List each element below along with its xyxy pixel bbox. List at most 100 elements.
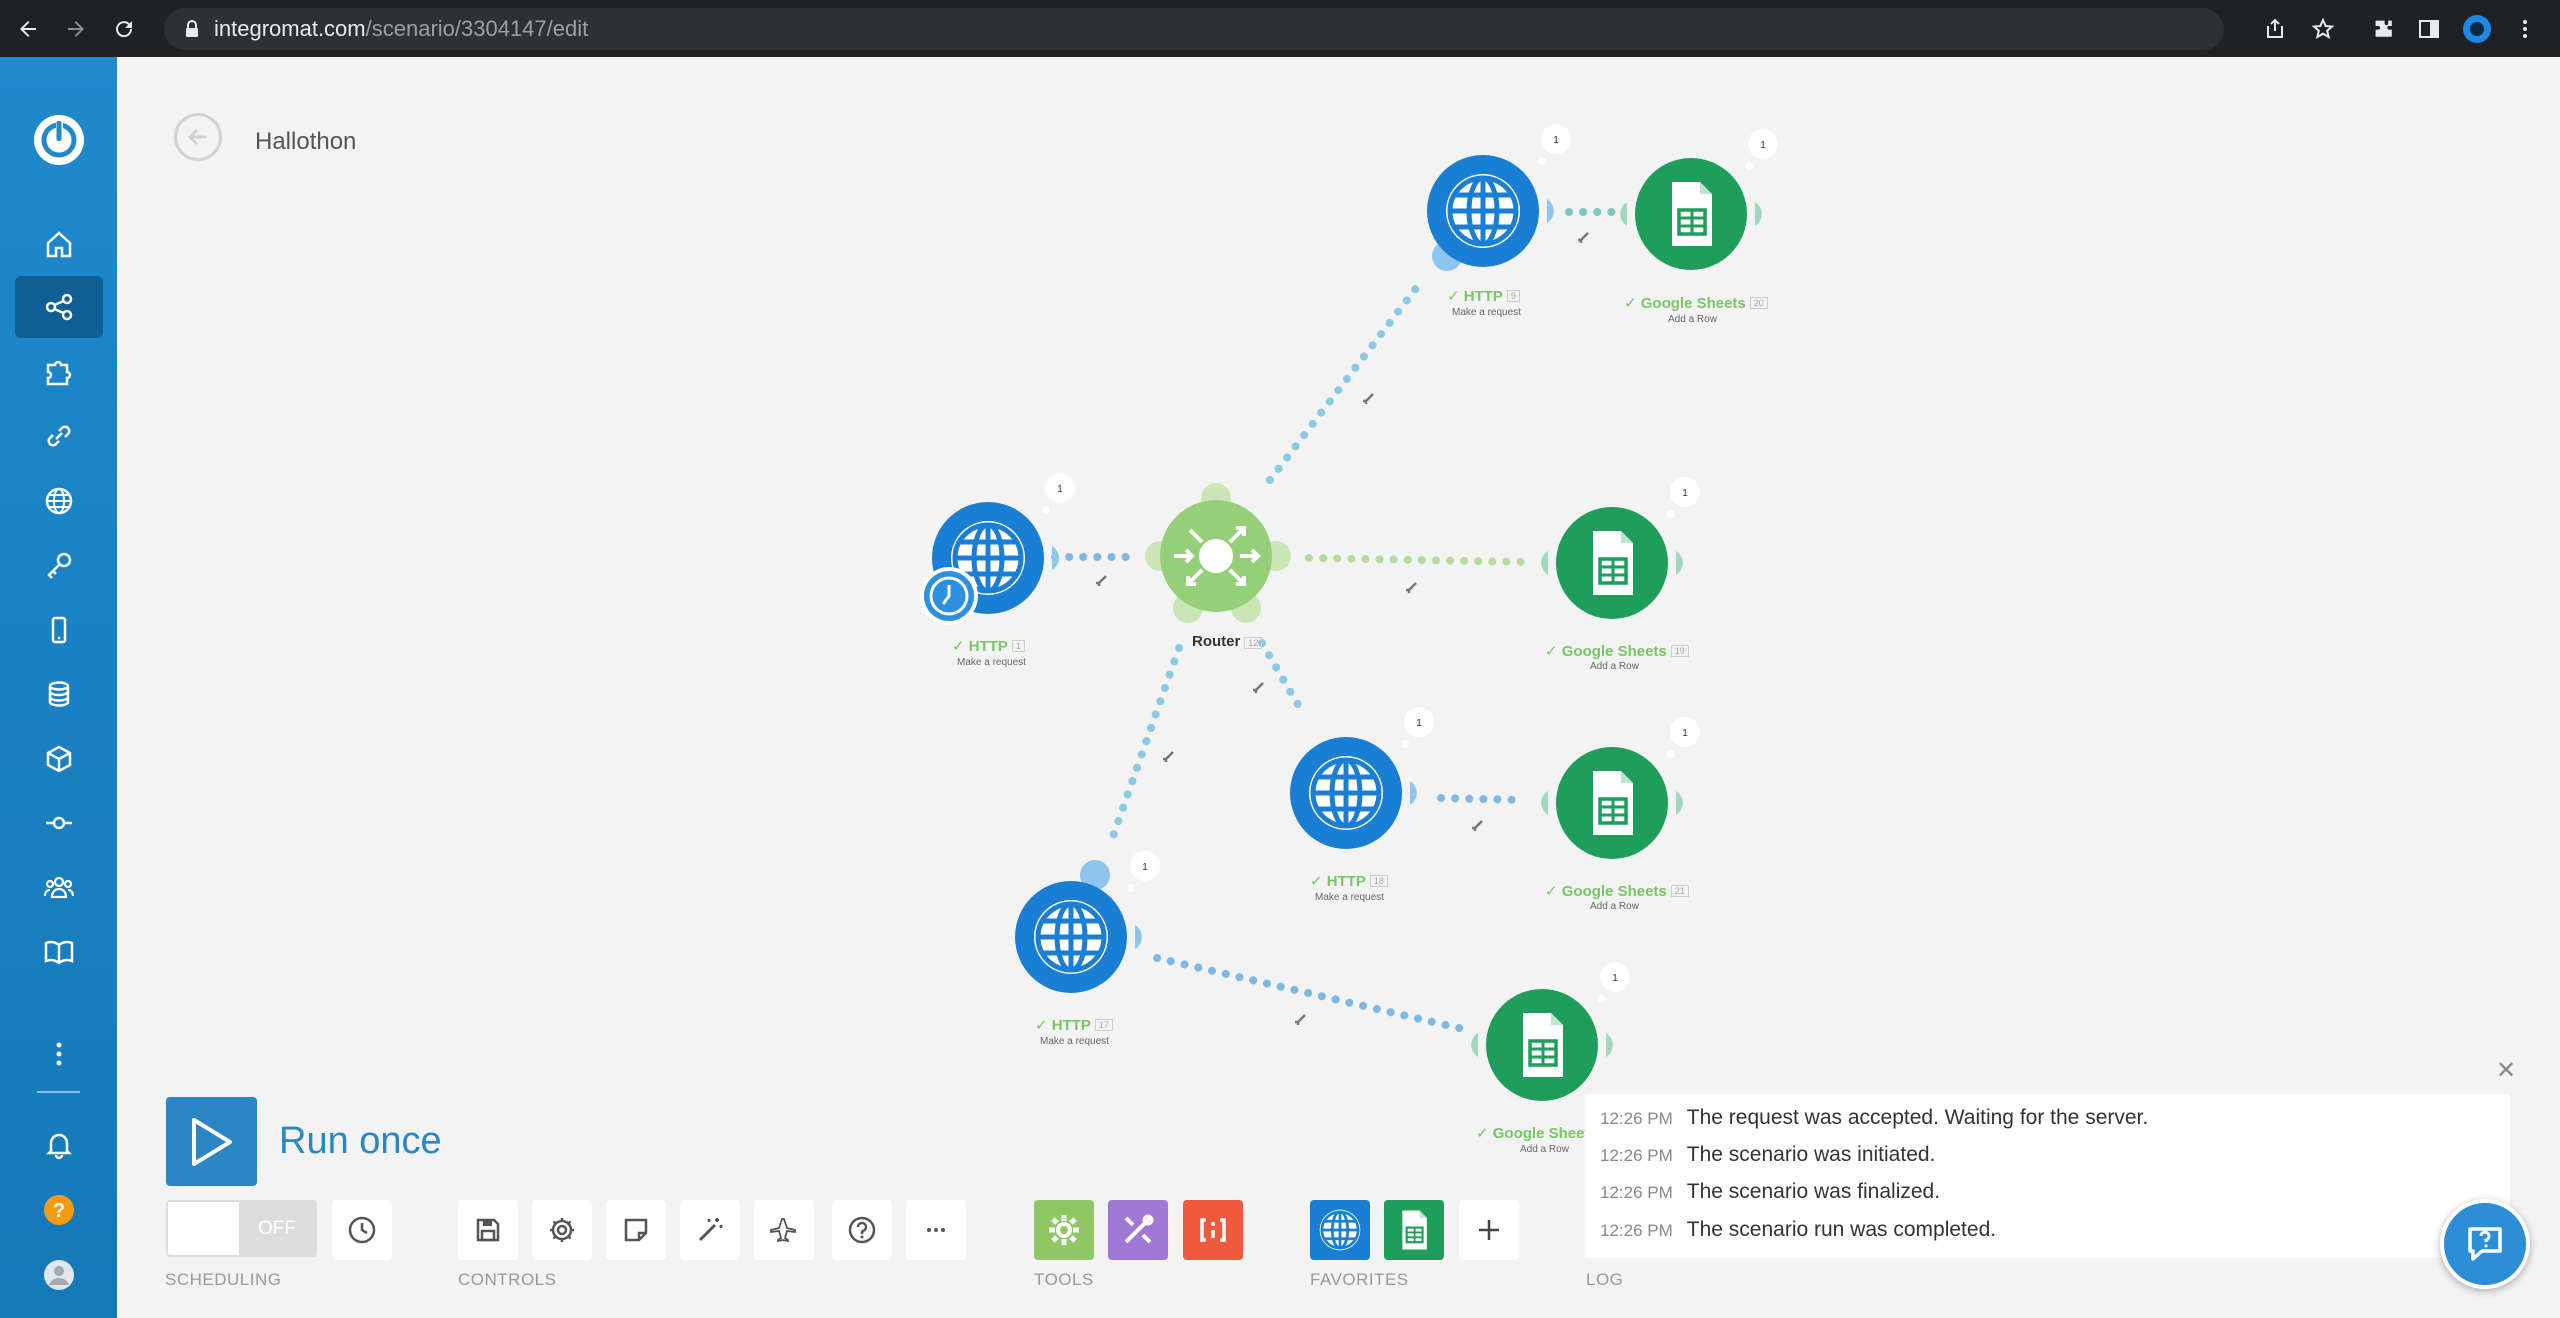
url-path: /scenario/3304147/edit	[365, 16, 589, 41]
more-controls-button[interactable]	[906, 1200, 966, 1260]
tools-section-label: TOOLS	[1034, 1270, 1094, 1289]
datastructures-icon[interactable]	[15, 728, 103, 790]
log-entry: 12:26 PM The scenario was initiated.	[1600, 1143, 1936, 1166]
filter-wrench-icons[interactable]	[1096, 232, 1589, 1025]
browser-toolbar: integromat.com/scenario/3304147/edit	[0, 0, 2560, 57]
module-sheets-22[interactable]	[1471, 989, 1613, 1101]
forward-arrow-icon[interactable]	[56, 9, 96, 49]
module-action-http-17: Make a request	[1040, 1036, 1109, 1047]
datastores-icon[interactable]	[15, 663, 103, 725]
tools-flow-control-button[interactable]	[1034, 1200, 1094, 1260]
module-http-18[interactable]	[1290, 737, 1417, 849]
ellipsis-icon	[927, 1228, 945, 1232]
module-http-1[interactable]	[932, 502, 1059, 614]
module-label-http-9: ✓ HTTP 9	[1447, 287, 1520, 305]
scheduling-toggle[interactable]: OFF	[166, 1200, 317, 1257]
module-http-17[interactable]	[1015, 860, 1142, 993]
log-entry: 12:26 PM The request was accepted. Waitin…	[1600, 1106, 2149, 1129]
module-http-9[interactable]	[1427, 155, 1554, 271]
home-icon[interactable]	[15, 213, 103, 275]
support-chat-button[interactable]	[2440, 1199, 2530, 1289]
bubble-sheets-22: 1	[1612, 973, 1618, 984]
more-icon[interactable]	[15, 1023, 103, 1085]
favorites-section-label: FAVORITES	[1310, 1270, 1409, 1289]
run-once-label[interactable]: Run once	[279, 1120, 442, 1163]
reload-icon[interactable]	[104, 9, 144, 49]
sheets-icon	[1401, 1209, 1428, 1251]
module-label-sheets-20: ✓ Google Sheets 20	[1624, 294, 1768, 312]
profile-icon[interactable]	[2460, 12, 2494, 46]
module-action-sheets-22: Add a Row	[1520, 1144, 1569, 1155]
help-button[interactable]	[832, 1200, 892, 1260]
extensions-icon[interactable]	[2367, 12, 2401, 46]
execution-log: 12:26 PM The request was accepted. Waitin…	[1585, 1094, 2510, 1258]
bubble-http-18: 1	[1416, 718, 1422, 729]
schedule-clock-icon[interactable]	[920, 567, 978, 625]
save-button[interactable]	[458, 1200, 518, 1260]
brackets-icon	[1200, 1218, 1226, 1242]
team-icon[interactable]	[15, 857, 103, 919]
scenarios-icon[interactable]	[15, 276, 103, 338]
module-sheets-20[interactable]	[1620, 158, 1762, 270]
auto-align-button[interactable]	[680, 1200, 740, 1260]
sidebar-divider	[37, 1091, 80, 1093]
chat-question-icon	[2468, 1227, 2502, 1261]
help-icon[interactable]: ?	[15, 1179, 103, 1241]
module-action-sheets-21: Add a Row	[1590, 901, 1639, 912]
module-sheets-19[interactable]	[1541, 507, 1683, 619]
magic-wand-icon	[698, 1218, 723, 1242]
favorite-http-button[interactable]	[1310, 1200, 1370, 1260]
run-once-button[interactable]	[166, 1097, 257, 1186]
module-label-sheets-19: ✓ Google Sheets 19	[1545, 642, 1689, 660]
star-icon[interactable]	[2306, 12, 2340, 46]
scenario-back-button[interactable]	[174, 113, 222, 161]
gear-icon	[550, 1218, 574, 1242]
module-router[interactable]	[1145, 483, 1291, 623]
module-sheets-21[interactable]	[1541, 747, 1683, 859]
back-arrow-icon[interactable]	[8, 9, 48, 49]
docs-icon[interactable]	[15, 921, 103, 983]
clock-icon	[348, 1216, 376, 1244]
share-icon[interactable]	[2258, 12, 2292, 46]
schedule-settings-button[interactable]	[332, 1200, 392, 1260]
toggle-off-label: OFF	[239, 1202, 315, 1255]
module-label-http-18: ✓ HTTP 18	[1310, 872, 1388, 890]
play-icon	[191, 1117, 232, 1166]
log-close-icon[interactable]: ✕	[2496, 1056, 2516, 1085]
browser-menu-icon[interactable]	[2508, 12, 2542, 46]
scenario-title[interactable]: Hallothon	[255, 128, 356, 156]
operation-count-bubbles[interactable]: 1 1 1 1 1 1 1 1	[1042, 124, 1778, 1003]
module-label-router: Router 12	[1192, 633, 1263, 650]
tools-icon	[1124, 1214, 1154, 1244]
favorite-sheets-button[interactable]	[1384, 1200, 1444, 1260]
connections-icon[interactable]	[15, 405, 103, 467]
flow-icon[interactable]	[15, 792, 103, 854]
airplane-icon	[770, 1218, 796, 1243]
scenario-settings-button[interactable]	[532, 1200, 592, 1260]
user-icon[interactable]	[15, 1244, 103, 1306]
devices-icon[interactable]	[15, 599, 103, 661]
address-bar[interactable]: integromat.com/scenario/3304147/edit	[164, 8, 2224, 50]
log-entry: 12:26 PM The scenario run was completed.	[1600, 1218, 1997, 1241]
module-label-sheets-22: ✓ Google Sheet	[1476, 1125, 1590, 1142]
explain-flow-button[interactable]	[754, 1200, 814, 1260]
sidepanel-icon[interactable]	[2412, 12, 2446, 46]
webhooks-icon[interactable]	[15, 470, 103, 532]
bubble-sheets-20: 1	[1760, 140, 1766, 151]
save-icon	[476, 1218, 500, 1242]
bell-icon[interactable]	[15, 1113, 103, 1175]
bubble-http-1: 1	[1057, 484, 1063, 495]
log-entry: 12:26 PM The scenario was finalized.	[1600, 1180, 1941, 1203]
module-action-http-18: Make a request	[1315, 892, 1384, 903]
tools-json-button[interactable]	[1183, 1200, 1243, 1260]
connection-lines	[1051, 208, 1616, 1033]
tools-utilities-button[interactable]	[1108, 1200, 1168, 1260]
notes-button[interactable]	[606, 1200, 666, 1260]
scheduling-section-label: SCHEDULING	[165, 1270, 282, 1289]
arrow-left-icon	[187, 128, 206, 146]
add-favorite-button[interactable]	[1459, 1200, 1519, 1260]
note-icon	[624, 1218, 648, 1242]
keys-icon[interactable]	[15, 534, 103, 596]
integromat-logo[interactable]	[15, 109, 103, 171]
templates-icon[interactable]	[15, 341, 103, 403]
